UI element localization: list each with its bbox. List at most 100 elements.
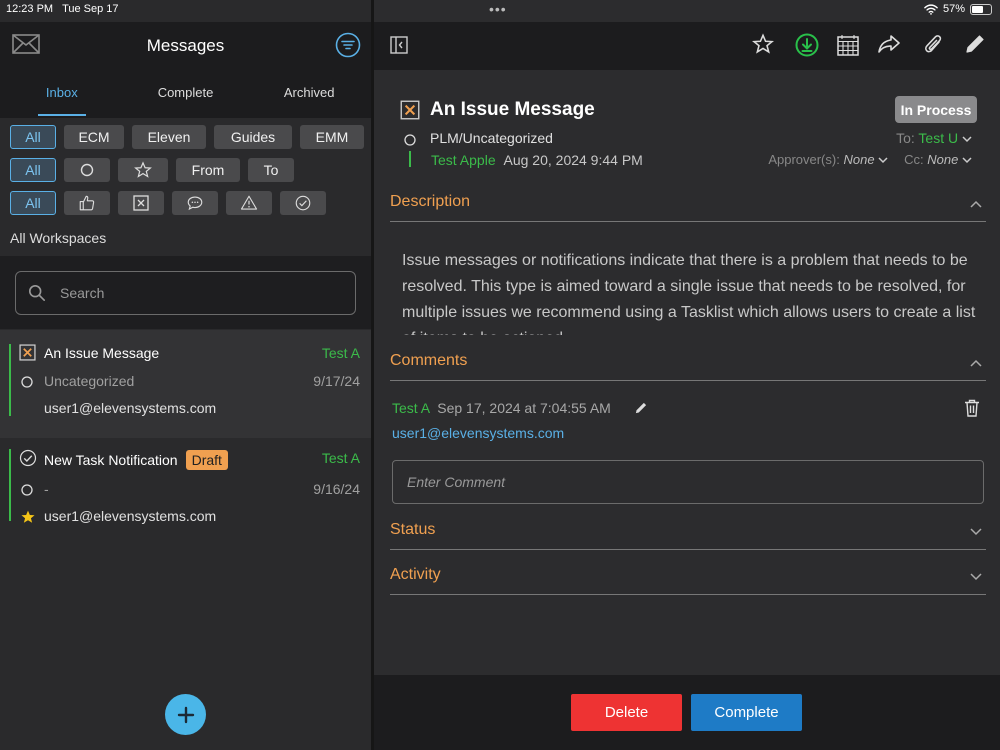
approver-selector[interactable]: Approver(s): None: [768, 152, 888, 167]
section-activity[interactable]: Activity: [390, 563, 986, 595]
star-outline-icon: [134, 161, 152, 178]
message-detail-panel: ••• 57% An Issue Message In Process PLM/…: [374, 0, 1000, 750]
message-title: New Task Notification Draft: [44, 450, 228, 470]
chip-type-task[interactable]: [280, 191, 326, 215]
search-input[interactable]: Search: [15, 271, 356, 315]
add-message-button[interactable]: [165, 694, 206, 735]
status-badge[interactable]: In Process: [895, 96, 977, 123]
chevron-up-icon: [970, 195, 982, 213]
sender-name: Test Apple: [431, 152, 496, 168]
message-title-text: New Task Notification: [44, 452, 178, 468]
chip-type-comment[interactable]: [172, 191, 218, 215]
cc-label: Cc:: [904, 152, 924, 167]
wifi-icon: [924, 3, 938, 15]
unread-indicator: [9, 449, 11, 521]
circle-icon: [21, 483, 33, 501]
check-circle-icon: [19, 449, 37, 472]
message-category: Uncategorized: [44, 373, 135, 389]
to-label: To:: [896, 130, 915, 146]
download-icon[interactable]: [795, 33, 819, 62]
filter-chip-row: All From To: [10, 158, 294, 182]
edit-pencil-icon[interactable]: [964, 33, 986, 60]
paperclip-icon[interactable]: [922, 33, 944, 62]
search-placeholder: Search: [60, 285, 105, 301]
type-chip-row: All: [10, 191, 326, 215]
message-list-panel: 12:23 PM Tue Sep 17 Messages Inbox Compl…: [0, 0, 377, 750]
battery-percent: 57%: [942, 3, 965, 15]
forward-icon[interactable]: [877, 33, 901, 60]
comment-placeholder: Enter Comment: [407, 474, 506, 490]
chip-filter-from[interactable]: From: [176, 158, 240, 182]
chip-type-all[interactable]: All: [10, 191, 56, 215]
to-recipient[interactable]: To: Test U: [896, 130, 972, 146]
page-title: Messages: [146, 36, 225, 55]
sender-indicator: [409, 151, 411, 167]
section-comments[interactable]: Comments: [390, 349, 986, 381]
message-date: 9/16/24: [313, 481, 360, 497]
calendar-icon[interactable]: [836, 33, 860, 62]
circle-icon: [404, 133, 416, 151]
tab-bar: Inbox Complete Archived: [0, 70, 371, 118]
chip-type-warning[interactable]: [226, 191, 272, 215]
delete-button[interactable]: Delete: [571, 694, 682, 731]
comment-input[interactable]: Enter Comment: [392, 460, 984, 504]
approver-value: None: [843, 152, 875, 167]
message-sender: Test A: [321, 450, 360, 466]
detail-toolbar: [374, 22, 1000, 70]
workspace-chip-row: All ECM Eleven Guides EMM: [10, 125, 377, 149]
tab-complete[interactable]: Complete: [124, 70, 248, 118]
message-sender: Test A: [321, 345, 360, 361]
chip-filter-starred[interactable]: [118, 158, 168, 182]
filter-icon[interactable]: [335, 32, 361, 63]
comment-author: Test A: [392, 400, 430, 416]
section-status[interactable]: Status: [390, 518, 986, 550]
chip-workspace-eleven[interactable]: Eleven: [132, 125, 206, 149]
comment-date: Sep 17, 2024 at 7:04:55 AM: [437, 400, 611, 416]
comment-author-line: Test A Sep 17, 2024 at 7:04:55 AM: [392, 400, 611, 416]
approver-label: Approver(s):: [768, 152, 840, 167]
issue-x-icon: [19, 344, 36, 366]
section-label: Comments: [390, 352, 468, 369]
description-text: Issue messages or notifications indicate…: [402, 252, 976, 335]
chip-filter-to[interactable]: To: [248, 158, 294, 182]
chip-workspace-all[interactable]: All: [10, 125, 56, 149]
complete-button[interactable]: Complete: [691, 694, 802, 731]
warning-triangle-icon: [240, 195, 258, 210]
chip-workspace-ecm[interactable]: ECM: [64, 125, 124, 149]
section-label: Activity: [390, 566, 441, 583]
circle-icon: [21, 375, 33, 393]
thumbs-up-icon: [79, 195, 95, 211]
chip-type-issue[interactable]: [118, 191, 164, 215]
chevron-down-icon: [962, 136, 972, 143]
edit-comment-icon[interactable]: [634, 401, 648, 420]
section-description[interactable]: Description: [390, 190, 986, 222]
clock: 12:23 PM: [6, 3, 54, 15]
chip-type-approval[interactable]: [64, 191, 110, 215]
tab-inbox[interactable]: Inbox: [0, 70, 124, 118]
draft-badge: Draft: [185, 450, 228, 470]
message-email: user1@elevensystems.com: [44, 508, 217, 524]
tab-archived[interactable]: Archived: [247, 70, 371, 118]
message-category: -: [44, 481, 49, 497]
chip-workspace-guides[interactable]: Guides: [214, 125, 292, 149]
message-date: 9/17/24: [313, 373, 360, 389]
list-item[interactable]: An Issue Message Test A Uncategorized 9/…: [0, 330, 371, 438]
issue-x-icon: [400, 100, 420, 125]
star-icon[interactable]: [751, 33, 775, 60]
search-icon: [28, 284, 46, 302]
cc-selector[interactable]: Cc: None: [904, 152, 972, 167]
list-item[interactable]: New Task Notification Draft Test A - 9/1…: [0, 435, 371, 543]
section-label: Status: [390, 521, 436, 538]
message-title-text: An Issue Message: [44, 345, 160, 361]
sidebar-toggle-icon[interactable]: [390, 36, 408, 59]
comment-email[interactable]: user1@elevensystems.com: [392, 425, 564, 441]
chevron-down-icon: [962, 157, 972, 164]
chevron-down-icon: [970, 568, 982, 586]
chip-workspace-emm[interactable]: EMM: [300, 125, 364, 149]
multitask-handle[interactable]: •••: [489, 1, 507, 17]
chip-filter-all[interactable]: All: [10, 158, 56, 182]
chip-filter-unread[interactable]: [64, 158, 110, 182]
section-label: Description: [390, 193, 471, 210]
trash-icon[interactable]: [964, 399, 980, 422]
message-title: An Issue Message: [430, 99, 595, 120]
